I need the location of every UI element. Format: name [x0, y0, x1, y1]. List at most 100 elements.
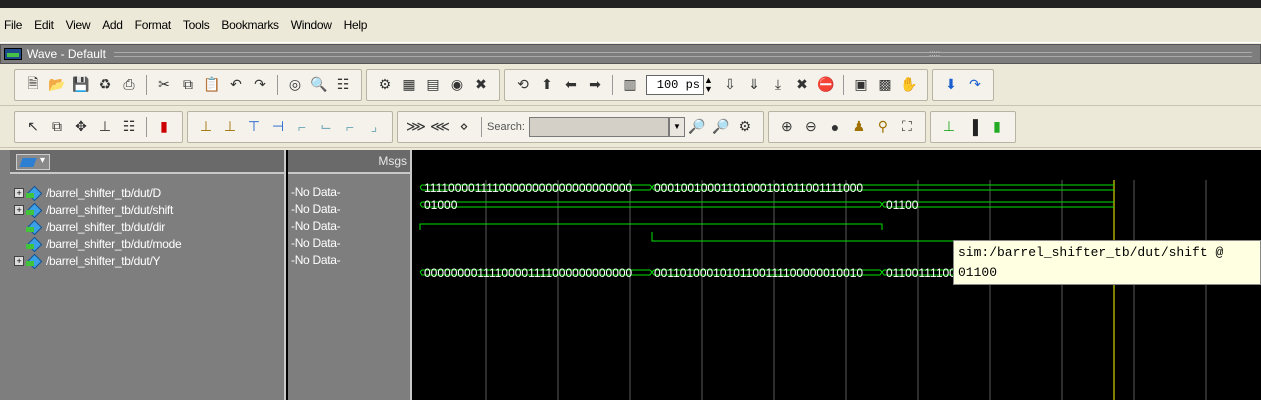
run-time-spinner[interactable]: ▲ ▼: [704, 75, 714, 94]
run-length-icon[interactable]: ▥: [620, 75, 640, 95]
add-cursor-icon[interactable]: ⊥: [939, 117, 959, 137]
zoom-last-icon[interactable]: ⛶: [897, 117, 917, 137]
paste-icon[interactable]: 📋: [202, 75, 222, 95]
hand-icon[interactable]: ✋: [899, 75, 919, 95]
schematic-icon[interactable]: ▤: [423, 75, 443, 95]
undo-icon[interactable]: ↶: [226, 75, 246, 95]
reload-icon[interactable]: ♻: [95, 75, 115, 95]
signal-name: /barrel_shifter_tb/dut/mode: [46, 236, 182, 251]
clear-breakpoint-icon[interactable]: ✖: [471, 75, 491, 95]
step-back-icon[interactable]: ⬅: [561, 75, 581, 95]
cut-icon[interactable]: ✂: [154, 75, 174, 95]
signal-row[interactable]: + /barrel_shifter_tb/dut/shift: [10, 201, 284, 218]
compile-icon[interactable]: ◎: [285, 75, 305, 95]
save-icon[interactable]: 💾: [71, 75, 91, 95]
print-icon[interactable]: ⎙: [119, 75, 139, 95]
toolbar-wave: ↖ ⧉ ✥ ⊥ ☷ ▮ ⊥ ⊥ ⊤ ⊣ ⌐ ⌙ ⌐ ⌟ ⋙ ⋘ ⋄ Search…: [0, 106, 1261, 148]
new-file-icon[interactable]: 🗎: [23, 75, 43, 95]
collapse-icon[interactable]: ⋘: [430, 117, 450, 137]
prev-edge-icon[interactable]: ⊥: [196, 117, 216, 137]
break-icon[interactable]: ✖: [792, 75, 812, 95]
find-prev-edge-icon[interactable]: ⊤: [244, 117, 264, 137]
signal-view-icon[interactable]: [16, 154, 50, 170]
signal-row[interactable]: /barrel_shifter_tb/dut/dir: [10, 218, 284, 235]
titlebar-grip-line: [113, 51, 1252, 57]
search-find-icon[interactable]: 🔎: [687, 117, 707, 137]
menu-view[interactable]: View: [66, 18, 91, 32]
signal-row[interactable]: + /barrel_shifter_tb/dut/Y: [10, 252, 284, 269]
zoom-full-icon[interactable]: ●: [825, 117, 845, 137]
find-next-edge-icon[interactable]: ⊣: [268, 117, 288, 137]
wave-shift-value-0: 01000: [424, 198, 458, 212]
zoom-cursor-icon[interactable]: ♟: [849, 117, 869, 137]
wave-shift: [419, 201, 1114, 208]
run-time-field[interactable]: 100 ps: [646, 74, 704, 95]
pan-icon[interactable]: ✥: [71, 117, 91, 137]
signal-row[interactable]: + /barrel_shifter_tb/dut/D: [10, 184, 284, 201]
search-next-icon[interactable]: 🔎: [711, 117, 731, 137]
menu-edit[interactable]: Edit: [34, 18, 54, 32]
lock-cursor-icon[interactable]: ▮: [987, 117, 1007, 137]
memory-icon[interactable]: ▦: [399, 75, 419, 95]
menu-tools[interactable]: Tools: [183, 18, 210, 32]
copy-icon[interactable]: ⧉: [178, 75, 198, 95]
next-edge-icon[interactable]: ⊥: [220, 117, 240, 137]
step-curve-icon[interactable]: ↷: [965, 75, 985, 95]
search-dropdown-icon[interactable]: ▼: [668, 116, 685, 137]
find-icon[interactable]: 🔍: [309, 75, 329, 95]
dataflow-icon[interactable]: ⚙: [375, 75, 395, 95]
expand-icon[interactable]: +: [14, 255, 24, 266]
signal-row[interactable]: /barrel_shifter_tb/dut/mode: [10, 235, 284, 252]
tooltip-line-2: 01100: [958, 265, 998, 280]
toolbar-zoom-group: ⊕ ⊖ ● ♟ ⚲ ⛶: [767, 110, 926, 143]
stop-icon[interactable]: ⛔: [816, 75, 836, 95]
titlebar-grip[interactable]: :::::: [929, 49, 951, 59]
search-options-icon[interactable]: ⚙: [735, 117, 755, 137]
expand-icon[interactable]: +: [14, 204, 24, 215]
expand-icon[interactable]: +: [14, 187, 24, 198]
signal-name: /barrel_shifter_tb/dut/shift: [46, 202, 174, 217]
menu-format[interactable]: Format: [135, 18, 172, 32]
open-folder-icon[interactable]: 📂: [47, 75, 67, 95]
insert-divider-icon[interactable]: ⊥: [95, 117, 115, 137]
edge-rise-icon[interactable]: ⌐: [292, 117, 312, 137]
edge-fall-icon[interactable]: ⌙: [316, 117, 336, 137]
waveform-header: [414, 150, 1261, 174]
delete-cursor-icon[interactable]: ▐: [963, 117, 983, 137]
step-down-icon[interactable]: ⬇: [941, 75, 961, 95]
redo-icon[interactable]: ↷: [250, 75, 270, 95]
zoom-mode-icon[interactable]: ⧉: [47, 117, 67, 137]
format-icon[interactable]: ☷: [333, 75, 353, 95]
step-up-icon[interactable]: ⬆: [537, 75, 557, 95]
wave-window-titlebar[interactable]: Wave - Default :::::: [0, 44, 1261, 64]
step-into-icon[interactable]: ▣: [851, 75, 871, 95]
trace-icon[interactable]: ⋄: [454, 117, 474, 137]
select-pointer-icon[interactable]: ↖: [23, 117, 43, 137]
menu-add[interactable]: Add: [102, 18, 123, 32]
insert-group-icon[interactable]: ☷: [119, 117, 139, 137]
run-icon[interactable]: ⇩: [720, 75, 740, 95]
edge-falling-icon[interactable]: ⌟: [364, 117, 384, 137]
zoom-in-icon[interactable]: ⊕: [777, 117, 797, 137]
run-all-icon[interactable]: ⤓: [768, 75, 788, 95]
expand-icon[interactable]: ⋙: [406, 117, 426, 137]
menu-bookmarks[interactable]: Bookmarks: [221, 18, 279, 32]
step-over-icon[interactable]: ▩: [875, 75, 895, 95]
wave-window-title: Wave - Default: [27, 47, 106, 61]
step-forward-icon[interactable]: ➡: [585, 75, 605, 95]
wave-shift-value-1: 01100: [886, 198, 919, 212]
waveform-compare-icon[interactable]: ▮: [154, 117, 174, 137]
breakpoint-icon[interactable]: ◉: [447, 75, 467, 95]
search-input[interactable]: [528, 116, 669, 137]
zoom-out-icon[interactable]: ⊖: [801, 117, 821, 137]
edge-any-icon[interactable]: ⌐: [340, 117, 360, 137]
wave-Y-value-2: 01100111100: [886, 266, 956, 280]
menu-help[interactable]: Help: [344, 18, 368, 32]
zoom-range-icon[interactable]: ⚲: [873, 117, 893, 137]
menu-window[interactable]: Window: [291, 18, 332, 32]
signal-type-icon: [26, 255, 42, 267]
continue-icon[interactable]: ⇓: [744, 75, 764, 95]
signal-type-icon: [26, 204, 42, 216]
restart-icon[interactable]: ⟲: [513, 75, 533, 95]
menu-file[interactable]: File: [4, 18, 22, 32]
